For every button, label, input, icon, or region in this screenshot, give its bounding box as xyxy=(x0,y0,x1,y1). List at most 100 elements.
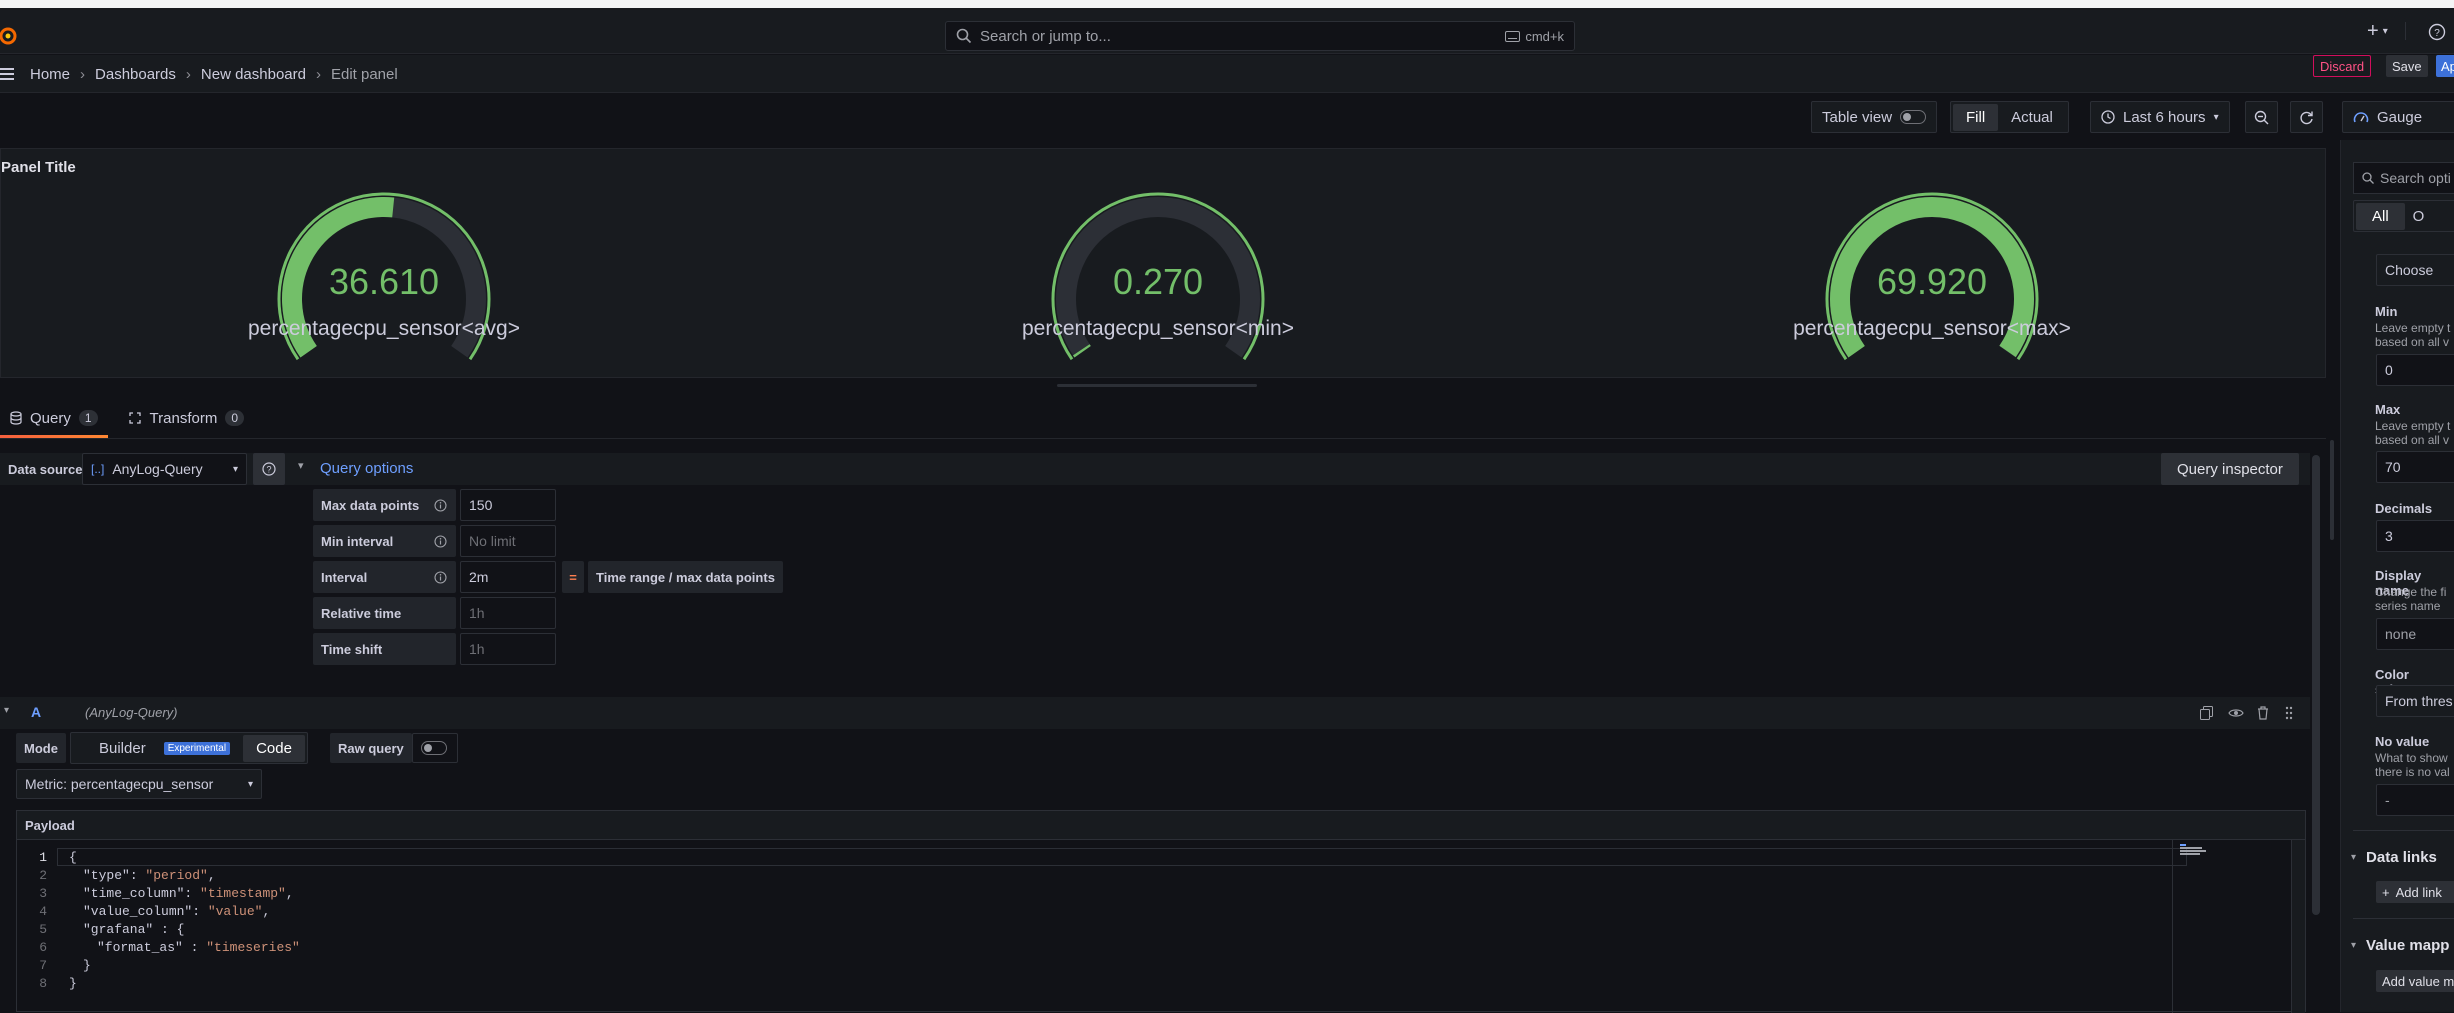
options-search[interactable]: Search opti xyxy=(2353,162,2454,194)
options-pane: Search opti All O Choose Min Leave empty… xyxy=(2340,140,2454,1012)
drag-handle-icon[interactable] xyxy=(2285,706,2293,720)
chevron-down-icon: ▾ xyxy=(2382,25,2388,37)
table-view-toggle[interactable]: Table view xyxy=(1811,100,1938,134)
no-value-desc-1: What to show xyxy=(2375,751,2448,765)
query-scrollbar[interactable] xyxy=(2312,455,2320,915)
save-button[interactable]: Save xyxy=(2386,55,2428,77)
filter-overrides[interactable]: O xyxy=(2405,203,2433,230)
query-datasource-name: (AnyLog-Query) xyxy=(85,705,178,720)
gauge-avg: 36.610 percentagecpu_sensor<avg> xyxy=(184,189,584,369)
mode-switch[interactable]: Builder Experimental Code xyxy=(70,732,308,764)
breadcrumb-new-dashboard[interactable]: New dashboard xyxy=(201,66,306,83)
search-bar[interactable]: Search or jump to... cmd+k xyxy=(945,21,1575,51)
display-name-input[interactable]: none xyxy=(2376,618,2454,650)
min-input[interactable]: 0 xyxy=(2376,354,2454,386)
code-minimap[interactable] xyxy=(2180,844,2210,858)
decimals-input[interactable]: 3 xyxy=(2376,520,2454,552)
display-name-desc-1: Change the fi xyxy=(2375,585,2447,599)
code-line: } xyxy=(69,976,77,991)
options-filter-switch[interactable]: All O xyxy=(2353,200,2454,232)
editor-scrollbar[interactable] xyxy=(2291,840,2305,1013)
time-picker[interactable]: Last 6 hours ▾ xyxy=(2090,100,2230,134)
code-option[interactable]: Code xyxy=(243,734,305,762)
plus-icon: + xyxy=(2382,884,2390,900)
transform-icon xyxy=(128,412,141,424)
info-icon[interactable] xyxy=(434,571,447,584)
datasource-icon: [..] xyxy=(91,462,105,476)
grafana-logo-icon[interactable] xyxy=(0,23,18,49)
payload-code-editor[interactable]: 1 {2 "type": "period", 3 "time_column": "tim… xyxy=(16,839,2306,1013)
query-inspector-button[interactable]: Query inspector xyxy=(2161,453,2299,485)
panel-resize-handle[interactable] xyxy=(1057,384,1257,387)
chevron-down-icon[interactable]: ▾ xyxy=(298,459,304,472)
pane-resize-handle[interactable] xyxy=(2330,440,2334,540)
query-options-toggle[interactable]: Query options xyxy=(320,460,413,477)
copy-icon[interactable] xyxy=(2200,706,2213,720)
visualization-picker[interactable]: Gauge xyxy=(2342,100,2454,134)
line-number: 1 xyxy=(39,850,47,865)
menu-icon[interactable] xyxy=(0,67,14,81)
raw-query-switch[interactable] xyxy=(421,741,447,755)
code-line: } xyxy=(83,958,91,973)
query-option-input[interactable]: 2m xyxy=(460,561,556,593)
tab-transform[interactable]: Transform 0 xyxy=(118,398,254,438)
refresh-icon xyxy=(2300,111,2313,124)
add-link-button[interactable]: + Add link xyxy=(2376,881,2454,903)
time-range-label: Last 6 hours xyxy=(2123,108,2206,126)
query-option-input[interactable]: No limit xyxy=(460,525,556,557)
query-option-input[interactable]: 1h xyxy=(460,633,556,665)
discard-button[interactable]: Discard xyxy=(2313,55,2372,77)
visualization-label: Gauge xyxy=(2377,108,2423,126)
trash-icon[interactable] xyxy=(2257,706,2269,720)
data-links-section[interactable]: ▾ Data links xyxy=(2351,849,2437,866)
breadcrumb-dashboards[interactable]: Dashboards xyxy=(95,66,176,83)
fill-option[interactable]: Fill xyxy=(1953,103,1999,131)
code-line: { xyxy=(69,850,77,865)
query-row-header: ▾ A (AnyLog-Query) xyxy=(0,697,2310,729)
apply-button[interactable]: Ap xyxy=(2436,55,2454,77)
datasource-help-button[interactable]: ? xyxy=(253,453,285,485)
tab-divider xyxy=(0,438,2326,439)
data-source-picker[interactable]: [..] AnyLog-Query ▾ xyxy=(82,453,247,485)
gauge-fill xyxy=(1072,344,1091,358)
chevron-down-icon: ▾ xyxy=(232,463,238,475)
color-scheme-select[interactable]: From thres xyxy=(2376,685,2454,717)
actual-option[interactable]: Actual xyxy=(1998,104,2066,131)
choose-select[interactable]: Choose xyxy=(2376,254,2454,286)
tab-query[interactable]: Query 1 xyxy=(0,398,108,438)
max-label: Max xyxy=(2375,402,2401,417)
value-mappings-section[interactable]: ▾ Value mapp xyxy=(2351,937,2449,954)
table-view-switch[interactable] xyxy=(1900,110,1927,124)
query-ref-id[interactable]: A xyxy=(31,704,41,720)
metric-select[interactable]: Metric: percentagecpu_sensor ▾ xyxy=(16,769,262,799)
raw-query-toggle[interactable] xyxy=(412,733,458,763)
chevron-down-icon: ▾ xyxy=(2351,940,2357,951)
filter-all[interactable]: All xyxy=(2356,202,2405,230)
database-icon xyxy=(10,411,22,425)
chevron-down-icon[interactable]: ▾ xyxy=(4,705,9,716)
query-option-label: Relative time xyxy=(313,597,456,629)
code-line: "value_column": "value", xyxy=(83,904,271,919)
add-value-mapping-button[interactable]: Add value m xyxy=(2376,970,2454,992)
builder-option[interactable]: Builder Experimental xyxy=(73,730,243,767)
no-value-input[interactable]: - xyxy=(2376,784,2454,816)
panel-preview: Panel Title 36.610 percentagecpu_sensor<… xyxy=(0,148,2326,378)
clock-icon xyxy=(2101,110,2115,124)
refresh-button[interactable] xyxy=(2290,100,2323,134)
data-source-label: Data source xyxy=(8,461,83,477)
info-icon[interactable] xyxy=(434,499,447,512)
breadcrumb-home[interactable]: Home xyxy=(30,66,70,83)
eye-icon[interactable] xyxy=(2228,707,2244,719)
code-line: "type": "period", xyxy=(83,868,216,883)
tab-query-count: 1 xyxy=(78,410,98,426)
json-key: "grafana" xyxy=(83,922,154,937)
svg-text:?: ? xyxy=(266,465,271,475)
query-option-input[interactable]: 1h xyxy=(460,597,556,629)
new-menu-button[interactable]: + ▾ xyxy=(2367,18,2388,44)
info-icon[interactable] xyxy=(434,535,447,548)
zoom-out-button[interactable] xyxy=(2245,100,2278,134)
max-input[interactable]: 70 xyxy=(2376,451,2454,483)
help-icon[interactable]: ? xyxy=(2428,23,2446,41)
query-option-input[interactable]: 150 xyxy=(460,489,556,521)
fill-actual-switch[interactable]: Fill Actual xyxy=(1950,100,2069,134)
